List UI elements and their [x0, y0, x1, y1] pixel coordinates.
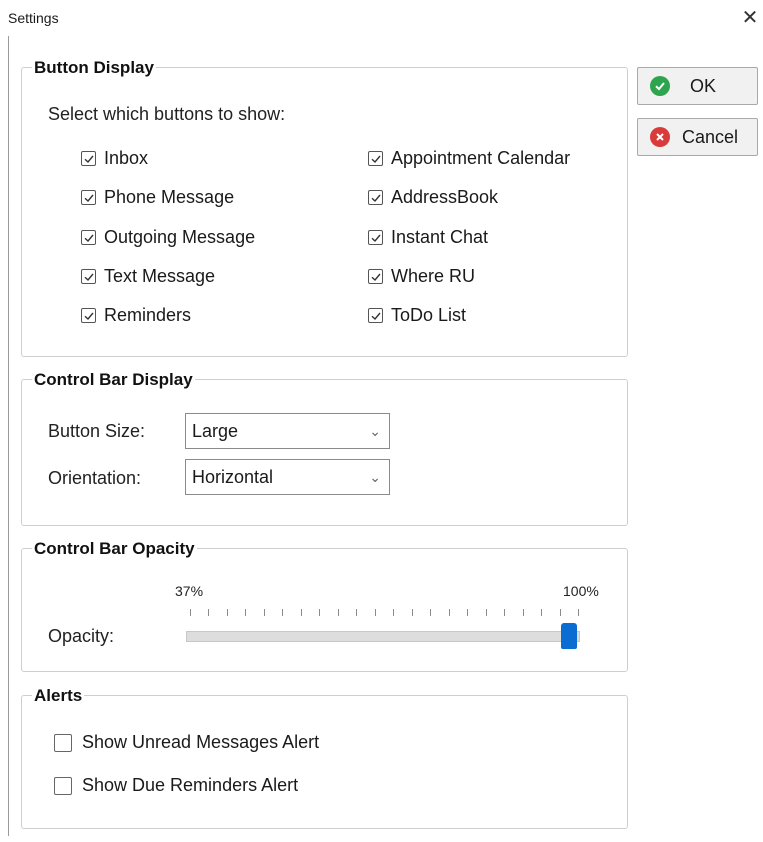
checkbox-label: Show Unread Messages Alert — [82, 732, 320, 752]
close-circle-icon — [650, 127, 670, 147]
checkmark-icon — [371, 234, 381, 242]
slider-tick — [504, 609, 506, 616]
slider-tick — [282, 609, 284, 616]
slider-tick — [226, 609, 228, 616]
cancel-button[interactable]: Cancel — [637, 118, 758, 156]
checkbox-instant-chat[interactable]: Instant Chat — [368, 227, 488, 248]
checkbox-label: Show Due Reminders Alert — [82, 775, 299, 795]
slider-tick — [374, 609, 376, 616]
checkbox-box[interactable] — [81, 230, 96, 245]
slider-tick — [356, 609, 358, 616]
checkbox-reminders[interactable]: Reminders — [81, 305, 191, 326]
button-display-prompt: Select which buttons to show: — [48, 104, 286, 124]
button-display-title: Button Display — [32, 58, 156, 78]
opacity-min-label: 37% — [175, 583, 204, 599]
checkbox-box[interactable] — [368, 190, 383, 205]
checkmark-icon — [84, 194, 94, 202]
chevron-down-icon: ⌄ — [369, 469, 381, 485]
checkbox-label: Where RU — [391, 266, 476, 286]
checkbox-box[interactable] — [54, 733, 72, 752]
ok-button[interactable]: OK — [637, 67, 758, 105]
slider-tick — [337, 609, 339, 616]
checkbox-label: ToDo List — [391, 305, 467, 325]
button-size-value: Large — [192, 421, 239, 441]
checkbox-phone-message[interactable]: Phone Message — [81, 187, 234, 208]
opacity-slider-track[interactable] — [186, 631, 580, 642]
checkbox-label: AddressBook — [391, 187, 499, 207]
opacity-slider-thumb[interactable] — [561, 623, 577, 649]
slider-tick — [393, 609, 395, 616]
checkbox-outgoing-message[interactable]: Outgoing Message — [81, 227, 255, 248]
checkbox-todo-list[interactable]: ToDo List — [368, 305, 466, 326]
slider-tick — [190, 609, 191, 616]
checkmark-icon — [84, 155, 94, 163]
button-size-select[interactable]: Large ⌄ — [185, 413, 390, 449]
checkbox-addressbook[interactable]: AddressBook — [368, 187, 498, 208]
slider-tick — [300, 609, 302, 616]
checkmark-icon — [371, 155, 381, 163]
checkbox-show-unread-messages-alert[interactable]: Show Unread Messages Alert — [54, 732, 319, 753]
checkbox-text-message[interactable]: Text Message — [81, 266, 215, 287]
checkbox-label: Outgoing Message — [104, 227, 256, 247]
orientation-value: Horizontal — [192, 467, 274, 487]
checkbox-box[interactable] — [81, 269, 96, 284]
ok-label: OK — [690, 75, 717, 96]
checkbox-show-due-reminders-alert[interactable]: Show Due Reminders Alert — [54, 775, 298, 796]
checkbox-label: Inbox — [104, 148, 149, 168]
checkbox-box[interactable] — [368, 230, 383, 245]
checkbox-box[interactable] — [81, 308, 96, 323]
checkmark-icon — [84, 273, 94, 281]
control-bar-display-group: Control Bar Display — [21, 370, 628, 526]
button-size-label: Button Size: — [48, 421, 146, 441]
slider-tick — [485, 609, 487, 616]
control-bar-display-title: Control Bar Display — [32, 370, 195, 390]
alerts-group: Alerts — [21, 686, 628, 829]
slider-tick — [319, 609, 321, 616]
opacity-max-label: 100% — [563, 583, 599, 599]
checkbox-inbox[interactable]: Inbox — [81, 148, 148, 169]
check-circle-icon — [650, 76, 670, 96]
close-button[interactable]: ✕ — [740, 8, 760, 28]
checkbox-appointment-calendar[interactable]: Appointment Calendar — [368, 148, 570, 169]
checkmark-icon — [371, 194, 381, 202]
checkbox-label: Phone Message — [104, 187, 235, 207]
orientation-label: Orientation: — [48, 468, 142, 488]
checkmark-icon — [371, 273, 381, 281]
window-left-border — [8, 36, 9, 836]
checkbox-box[interactable] — [368, 151, 383, 166]
checkbox-box[interactable] — [81, 190, 96, 205]
orientation-select[interactable]: Horizontal ⌄ — [185, 459, 390, 495]
checkbox-box[interactable] — [368, 308, 383, 323]
checkbox-box[interactable] — [54, 776, 72, 795]
checkbox-label: Text Message — [104, 266, 216, 286]
slider-tick — [522, 609, 524, 616]
slider-tick — [448, 609, 450, 616]
checkbox-label: Appointment Calendar — [391, 148, 571, 168]
window-title: Settings — [8, 10, 59, 26]
checkbox-label: Reminders — [104, 305, 192, 325]
slider-ticks — [190, 609, 579, 617]
checkmark-icon — [371, 312, 381, 320]
slider-tick — [467, 609, 469, 616]
checkmark-icon — [84, 312, 94, 320]
cancel-label: Cancel — [682, 126, 739, 147]
slider-tick — [559, 609, 561, 616]
slider-tick — [430, 609, 432, 616]
checkbox-where-ru[interactable]: Where RU — [368, 266, 475, 287]
slider-tick — [411, 609, 413, 616]
control-bar-opacity-title: Control Bar Opacity — [32, 539, 197, 559]
alerts-title: Alerts — [32, 686, 85, 706]
slider-tick — [245, 609, 247, 616]
chevron-down-icon: ⌄ — [369, 423, 381, 439]
checkmark-icon — [84, 234, 94, 242]
slider-tick — [541, 609, 543, 616]
opacity-label: Opacity: — [48, 626, 115, 646]
checkbox-box[interactable] — [368, 269, 383, 284]
slider-tick — [263, 609, 265, 616]
slider-tick — [208, 609, 210, 616]
slider-tick — [578, 609, 579, 616]
checkbox-box[interactable] — [81, 151, 96, 166]
checkbox-label: Instant Chat — [391, 227, 489, 247]
